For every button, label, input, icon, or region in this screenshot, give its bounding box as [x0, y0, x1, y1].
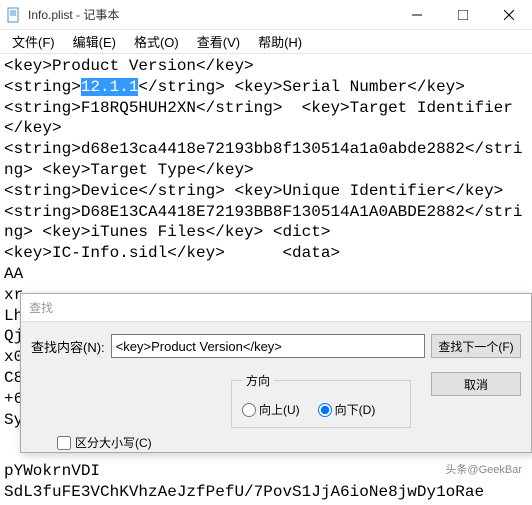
text-selection: 12.1.1	[81, 78, 139, 96]
menu-format[interactable]: 格式(O)	[126, 30, 187, 53]
find-label: 查找内容(N):	[31, 337, 105, 356]
menu-help[interactable]: 帮助(H)	[250, 30, 310, 53]
close-button[interactable]	[486, 0, 532, 30]
notepad-icon	[6, 7, 22, 23]
radio-down-input[interactable]	[318, 403, 332, 417]
text-line: AA	[4, 265, 23, 283]
find-dialog: 查找 查找内容(N): 查找下一个(F) 方向 向上(U) 向下(D) 取消	[20, 293, 532, 453]
radio-up-label: 向上(U)	[259, 401, 300, 418]
radio-up[interactable]: 向上(U)	[242, 401, 300, 418]
text-line: <key>Product Version</key>	[4, 57, 254, 75]
minimize-button[interactable]	[394, 0, 440, 30]
menu-view[interactable]: 查看(V)	[189, 30, 248, 53]
text-line: <string>F18RQ5HUH2XN</string> <key>Targe…	[4, 99, 513, 138]
window-controls	[394, 0, 532, 30]
menubar: 文件(F) 编辑(E) 格式(O) 查看(V) 帮助(H)	[0, 30, 532, 54]
match-case-label: 区分大小写(C)	[75, 434, 152, 451]
menu-edit[interactable]: 编辑(E)	[65, 30, 124, 53]
text-line: pYWokrnVDI	[4, 462, 100, 480]
radio-down[interactable]: 向下(D)	[318, 401, 376, 418]
text-line: <string>d68e13ca4418e72193bb8f130514a1a0…	[4, 140, 522, 179]
window-titlebar: Info.plist - 记事本	[0, 0, 532, 30]
text-line: <string>	[4, 78, 81, 96]
direction-legend: 方向	[242, 372, 274, 389]
cancel-button[interactable]: 取消	[431, 372, 521, 396]
text-line: <string>D68E13CA4418E72193BB8F130514A1A0…	[4, 203, 522, 242]
find-dialog-body: 查找内容(N): 查找下一个(F) 方向 向上(U) 向下(D) 取消 区分大小…	[21, 322, 531, 452]
radio-up-input[interactable]	[242, 403, 256, 417]
radio-down-label: 向下(D)	[335, 401, 376, 418]
find-input[interactable]	[111, 334, 425, 358]
maximize-button[interactable]	[440, 0, 486, 30]
text-line: SdL3fuFE3VChKVhzAeJzfPefU/7PovS1JjA6ioNe…	[4, 483, 484, 501]
text-line: </string> <key>Serial Number</key>	[138, 78, 464, 96]
watermark: 头条@GeekBar	[445, 461, 522, 477]
find-dialog-title[interactable]: 查找	[21, 294, 531, 322]
match-case-checkbox[interactable]: 区分大小写(C)	[57, 434, 152, 451]
text-line: <key>IC-Info.sidl</key> <data>	[4, 244, 340, 262]
menu-file[interactable]: 文件(F)	[4, 30, 63, 53]
match-case-input[interactable]	[57, 436, 71, 450]
text-line: <string>Device</string> <key>Unique Iden…	[4, 182, 503, 200]
find-next-button[interactable]: 查找下一个(F)	[431, 334, 521, 358]
direction-fieldset: 方向 向上(U) 向下(D)	[231, 372, 411, 428]
window-title: Info.plist - 记事本	[28, 6, 394, 23]
